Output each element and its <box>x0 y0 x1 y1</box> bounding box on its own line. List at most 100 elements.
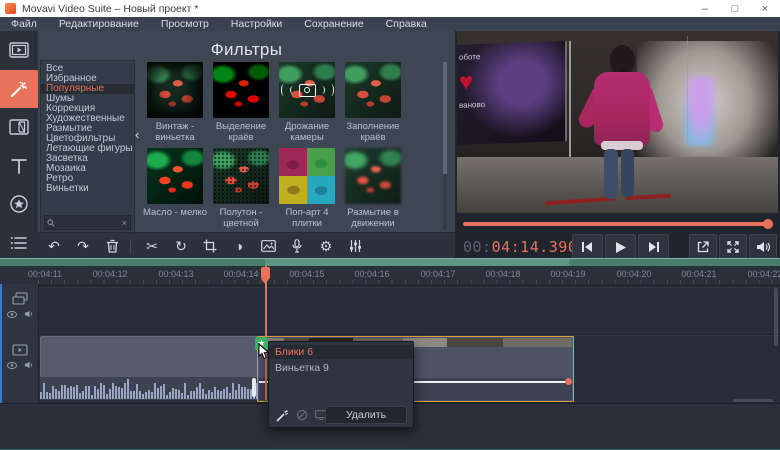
previous-frame-button[interactable] <box>572 234 603 260</box>
timeline-vertical-scrollbar[interactable] <box>774 288 778 346</box>
maximize-button[interactable]: □ <box>720 0 750 17</box>
effect-item-vignette[interactable]: Виньетка 9 <box>269 361 413 375</box>
delete-effect-button[interactable]: Удалить <box>325 406 407 424</box>
projection-screen: оботе ♥ ваново <box>457 41 567 145</box>
filter-thumbnail-motion-blur[interactable] <box>345 148 401 204</box>
search-icon <box>47 219 55 227</box>
filter-label: Выделение краёв <box>208 121 274 143</box>
filter-label: Полутон - цветной <box>208 207 274 229</box>
menu-bar: Файл Редактирование Просмотр Настройки С… <box>0 17 780 31</box>
playhead-line[interactable] <box>265 266 267 400</box>
track-mute-speaker-icon[interactable] <box>25 310 33 318</box>
filter-thumbnail-popart-4-tiles[interactable] <box>279 148 335 204</box>
filter-thumbnail-halftone-color[interactable] <box>213 148 269 204</box>
filters-grid: Винтаж - виньетка Выделение краёв Дрожан… <box>147 62 401 230</box>
timeline-horizontal-scrollbar[interactable] <box>733 399 773 402</box>
filter-item[interactable]: Выделение краёв <box>208 62 274 144</box>
rotate-icon[interactable]: ↻ <box>168 235 194 257</box>
clear-search-icon[interactable]: × <box>122 218 127 228</box>
menu-settings[interactable]: Настройки <box>220 17 294 31</box>
filter-item[interactable]: Размытие в движении <box>340 148 406 230</box>
filter-item[interactable]: Масло - мелко <box>142 148 208 230</box>
projection-screen-text-bottom: ваново <box>459 100 485 110</box>
filter-thumbnail-edge-fill[interactable] <box>345 62 401 118</box>
track-mute-speaker-icon[interactable] <box>25 361 33 369</box>
playhead-marker[interactable] <box>261 267 270 279</box>
filter-item[interactable]: Заполнение краёв <box>340 62 406 144</box>
applied-effects-popup: Блики 6 Виньетка 9 Удалить <box>268 341 414 428</box>
contrast-icon[interactable]: ◑ <box>226 235 252 257</box>
effect-item-bliki[interactable]: Блики 6 <box>269 345 413 359</box>
redo-icon[interactable]: ↷ <box>70 235 96 257</box>
menu-edit[interactable]: Редактирование <box>48 17 150 31</box>
detach-window-button[interactable] <box>689 234 717 260</box>
sidebar <box>0 31 38 262</box>
track-visibility-eye-icon[interactable] <box>7 311 17 318</box>
filter-item[interactable]: Поп-арт 4 плитки <box>274 148 340 230</box>
sidebar-item-titles[interactable] <box>0 147 38 186</box>
track-visibility-eye-icon[interactable] <box>7 362 17 369</box>
crop-icon[interactable] <box>197 235 223 257</box>
video-preview[interactable]: оботе ♥ ваново <box>457 31 778 213</box>
filter-thumbnail-oil-fine[interactable] <box>147 148 203 204</box>
filter-label: Поп-арт 4 плитки <box>274 207 340 229</box>
image-icon[interactable] <box>255 235 281 257</box>
sidebar-item-media[interactable] <box>0 31 38 70</box>
sidebar-item-tools[interactable] <box>0 224 38 263</box>
video-clip[interactable] <box>40 336 259 378</box>
microphone-icon[interactable] <box>284 235 310 257</box>
filter-categories-panel: Все Избранное Популярные Шумы Коррекция … <box>40 60 135 232</box>
overlay-track-lane[interactable] <box>39 287 780 333</box>
filter-thumbnail-edge-detect[interactable] <box>213 62 269 118</box>
seek-bar[interactable] <box>463 222 769 226</box>
trash-icon[interactable] <box>99 235 125 257</box>
collapse-categories-button[interactable]: ‹ <box>135 129 139 141</box>
magic-wand-icon <box>9 79 29 99</box>
filter-search-box[interactable]: × <box>44 215 131 230</box>
clip-trim-handle[interactable] <box>252 378 256 397</box>
seek-handle[interactable] <box>763 219 773 229</box>
volume-envelope-point[interactable] <box>565 378 572 385</box>
filters-scrollbar[interactable] <box>443 62 447 230</box>
timeline-ruler[interactable]: 00:04:11 00:04:12 00:04:13 00:04:14 00:0… <box>0 266 780 285</box>
minimize-button[interactable]: – <box>690 0 720 17</box>
popup-disable-icon[interactable] <box>296 409 308 421</box>
edit-toolbar: ↶ ↷ ✂ ↻ ◑ ⚙ <box>38 232 455 259</box>
menu-help[interactable]: Справка <box>375 17 438 31</box>
undo-icon[interactable]: ↶ <box>41 235 67 257</box>
sidebar-item-stickers[interactable] <box>0 185 38 224</box>
ruler-label: 00:04:16 <box>354 269 389 279</box>
titles-icon <box>10 157 28 175</box>
sidebar-item-filters[interactable] <box>0 70 38 109</box>
play-button[interactable] <box>605 234 636 260</box>
filter-item[interactable]: Винтаж - виньетка <box>142 62 208 144</box>
gear-icon[interactable]: ⚙ <box>313 235 339 257</box>
filter-item[interactable]: Дрожание камеры <box>274 62 340 144</box>
menu-save[interactable]: Сохранение <box>293 17 374 31</box>
filter-label: Масло - мелко <box>143 207 207 218</box>
ruler-label: 00:04:17 <box>420 269 455 279</box>
popup-wand-icon[interactable] <box>276 409 289 422</box>
filter-thumbnail-vintage-vignette[interactable] <box>147 62 203 118</box>
sliders-icon[interactable] <box>342 235 368 257</box>
sidebar-item-transitions[interactable] <box>0 108 38 147</box>
filter-search-input[interactable] <box>55 218 122 228</box>
filter-item[interactable]: Полутон - цветной <box>208 148 274 230</box>
tools-list-icon <box>10 235 28 251</box>
menu-file[interactable]: Файл <box>0 17 48 31</box>
filter-thumbnail-camera-shake[interactable] <box>279 62 335 118</box>
ruler-label: 00:04:15 <box>289 269 324 279</box>
filter-label: Дрожание камеры <box>274 121 340 143</box>
close-button[interactable]: × <box>750 0 780 17</box>
heart-graphic: ♥ <box>459 70 473 94</box>
menu-view[interactable]: Просмотр <box>150 17 220 31</box>
ruler-label: 00:04:18 <box>485 269 520 279</box>
toolbar-divider <box>130 239 131 254</box>
filters-panel-title: Фильтры <box>38 40 455 60</box>
volume-icon[interactable] <box>749 234 777 260</box>
category-item-vignettes[interactable]: Виньетки <box>41 184 134 194</box>
scissors-icon[interactable]: ✂ <box>139 235 165 257</box>
fullscreen-icon[interactable] <box>719 234 747 260</box>
next-frame-button[interactable] <box>638 234 669 260</box>
filter-label: Винтаж - виньетка <box>142 121 208 143</box>
